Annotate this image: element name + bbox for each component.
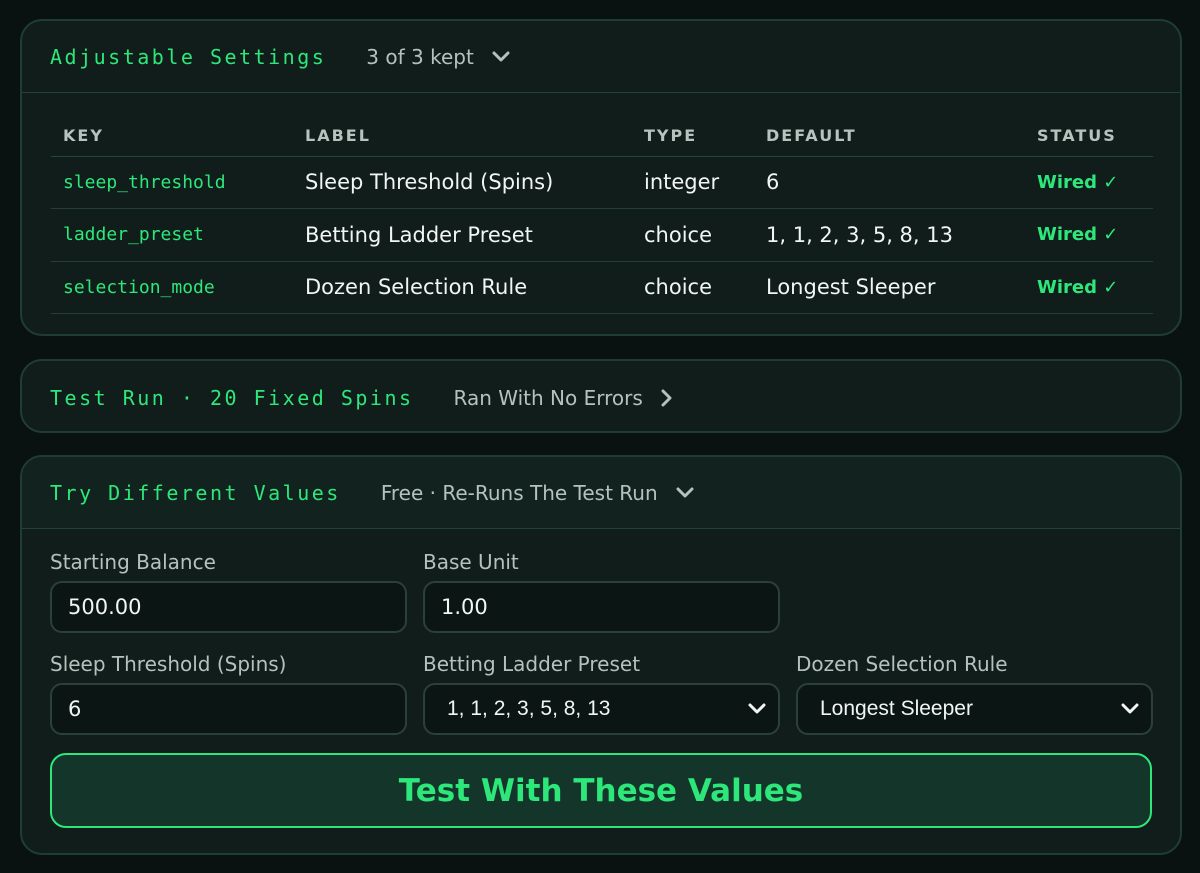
ladder-preset-select[interactable]: 1, 1, 2, 3, 5, 8, 13: [423, 683, 780, 735]
ladder-preset-value: 1, 1, 2, 3, 5, 8, 13: [447, 697, 611, 720]
chevron-down-icon: [748, 703, 766, 714]
test-run-title: Test Run · 20 Fixed Spins: [50, 386, 414, 410]
ladder-preset-label: Betting Ladder Preset: [423, 652, 641, 676]
starting-balance-input[interactable]: 500.00: [50, 581, 407, 633]
try-values-title: Try Different Values: [50, 480, 341, 505]
chevron-right-icon[interactable]: [661, 389, 673, 407]
chevron-down-icon[interactable]: [676, 487, 694, 499]
base-unit-label: Base Unit: [423, 550, 519, 574]
column-header-type: TYPE: [632, 116, 754, 157]
adjustable-settings-summary: 3 of 3 kept: [366, 44, 474, 69]
setting-type: choice: [632, 261, 754, 314]
adjustable-settings-title: Adjustable Settings: [50, 44, 327, 69]
settings-table: KEY LABEL TYPE DEFAULT STATUS sleep_thre…: [51, 116, 1153, 314]
setting-key: sleep_threshold: [51, 156, 293, 209]
setting-key: ladder_preset: [51, 208, 293, 262]
setting-type: choice: [632, 208, 754, 262]
chevron-down-icon[interactable]: [492, 51, 510, 63]
setting-label: Sleep Threshold (Spins): [293, 156, 632, 209]
test-run-header[interactable]: Test Run · 20 Fixed Spins Ran With No Er…: [22, 361, 1180, 435]
setting-label: Dozen Selection Rule: [293, 261, 632, 314]
column-header-label: LABEL: [293, 116, 632, 157]
adjustable-settings-header[interactable]: Adjustable Settings 3 of 3 kept: [22, 21, 1180, 93]
selection-rule-select[interactable]: Longest Sleeper: [796, 683, 1153, 735]
table-row: ladder_preset Betting Ladder Preset choi…: [51, 208, 1153, 262]
table-row: sleep_threshold Sleep Threshold (Spins) …: [51, 156, 1153, 209]
starting-balance-label: Starting Balance: [50, 550, 216, 574]
setting-default: 6: [754, 156, 1025, 209]
column-header-status: STATUS: [1025, 116, 1153, 157]
setting-label: Betting Ladder Preset: [293, 208, 632, 262]
selection-rule-value: Longest Sleeper: [820, 697, 973, 720]
test-run-result: Ran With No Errors: [453, 386, 643, 410]
status-badge: Wired ✓: [1025, 208, 1153, 262]
setting-default: 1, 1, 2, 3, 5, 8, 13: [754, 208, 1025, 262]
chevron-down-icon: [1121, 703, 1139, 714]
column-header-key: KEY: [51, 116, 293, 157]
sleep-threshold-label: Sleep Threshold (Spins): [50, 652, 287, 676]
try-values-subtitle: Free · Re-Runs The Test Run: [380, 480, 658, 505]
try-values-header[interactable]: Try Different Values Free · Re-Runs The …: [22, 457, 1180, 529]
test-with-values-button[interactable]: Test With These Values: [50, 753, 1152, 828]
sleep-threshold-input[interactable]: 6: [50, 683, 407, 735]
column-header-default: DEFAULT: [754, 116, 1025, 157]
status-badge: Wired ✓: [1025, 156, 1153, 209]
try-values-panel: Try Different Values Free · Re-Runs The …: [20, 455, 1182, 855]
setting-type: integer: [632, 156, 754, 209]
selection-rule-label: Dozen Selection Rule: [796, 652, 1008, 676]
table-row: selection_mode Dozen Selection Rule choi…: [51, 261, 1153, 314]
test-run-panel: Test Run · 20 Fixed Spins Ran With No Er…: [20, 359, 1182, 433]
setting-default: Longest Sleeper: [754, 261, 1025, 314]
base-unit-input[interactable]: 1.00: [423, 581, 780, 633]
status-badge: Wired ✓: [1025, 261, 1153, 314]
adjustable-settings-panel: Adjustable Settings 3 of 3 kept KEY LABE…: [20, 19, 1182, 336]
setting-key: selection_mode: [51, 261, 293, 314]
table-header-row: KEY LABEL TYPE DEFAULT STATUS: [51, 116, 1153, 157]
